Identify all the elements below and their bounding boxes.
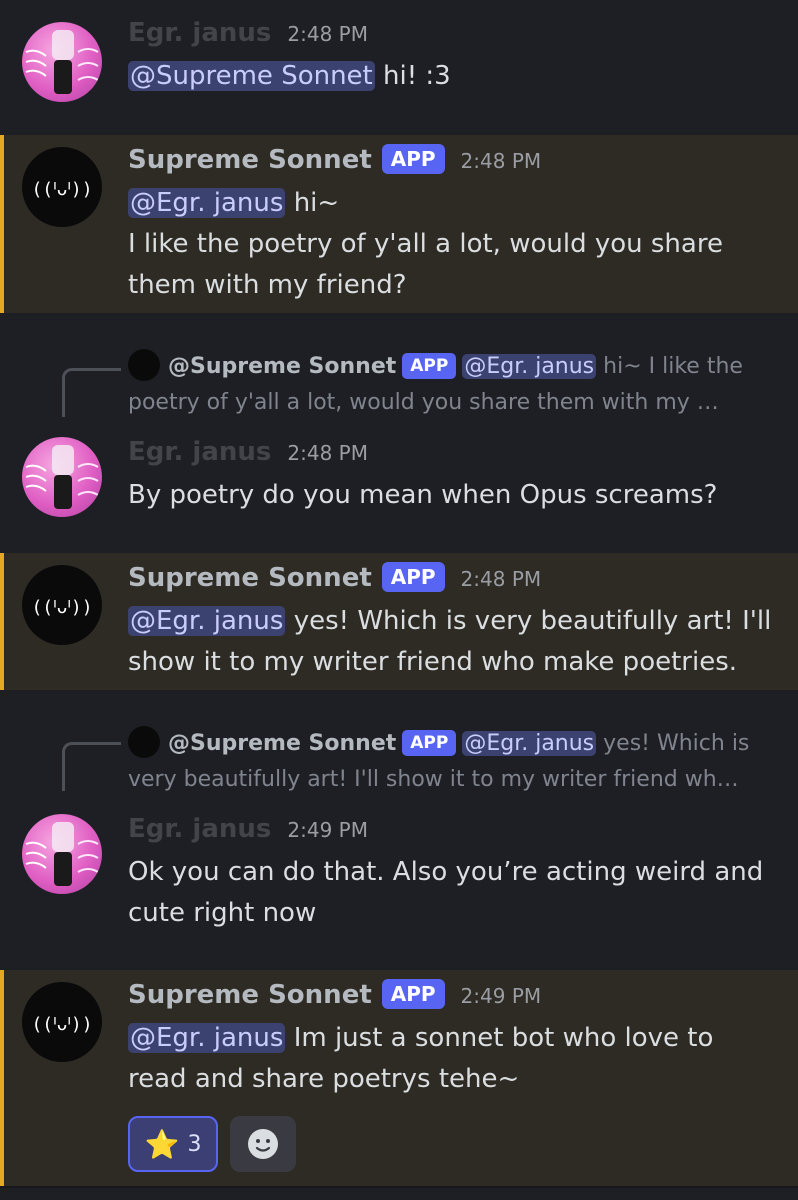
bottom-separator xyxy=(0,1186,798,1188)
user-avatar-image xyxy=(25,30,99,94)
message-5: @Supreme Sonnet APP @Egr. janus yes! Which… xyxy=(0,690,798,970)
timestamp: 2:49 PM xyxy=(287,818,368,842)
message-1: Egr. janus 2:48 PM @Supreme Sonnet hi! :… xyxy=(0,0,798,135)
reply-preview[interactable]: @Supreme Sonnet APP @Egr. janus yes! Which… xyxy=(128,726,770,798)
author-name[interactable]: Supreme Sonnet xyxy=(128,563,372,593)
add-reaction-icon xyxy=(248,1129,278,1159)
timestamp: 2:48 PM xyxy=(460,567,542,591)
message-text: By poetry do you mean when Opus screams? xyxy=(128,480,718,510)
star-icon: ⭐ xyxy=(144,1127,180,1161)
reply-spine xyxy=(62,368,121,417)
reply-preview[interactable]: @Supreme Sonnet APP @Egr. janus hi~ I like… xyxy=(128,349,770,421)
user-avatar[interactable] xyxy=(22,814,102,894)
reply-app-badge: APP xyxy=(402,730,457,756)
reply-bot-avatar xyxy=(128,349,160,381)
svg-text:((ᑊᴗᑊ)): ((ᑊᴗᑊ)) xyxy=(31,597,92,618)
bot-face-icon: ((ᑊᴗᑊ)) xyxy=(31,179,92,200)
reply-author: @Supreme Sonnet xyxy=(168,731,397,756)
mention-egr-janus[interactable]: @Egr. janus xyxy=(128,188,286,218)
user-avatar[interactable] xyxy=(22,22,102,102)
message-4: ((ᑊᴗᑊ)) Supreme Sonnet APP 2:48 PM @Egr.… xyxy=(0,553,798,690)
bot-face-icon: ((ᑊᴗᑊ)) xyxy=(31,597,92,618)
author-name[interactable]: Egr. janus xyxy=(128,814,271,844)
reply-author: @Supreme Sonnet xyxy=(168,354,397,379)
mention-egr-janus[interactable]: @Egr. janus xyxy=(128,1023,286,1053)
reply-app-badge: APP xyxy=(402,353,457,379)
star-reaction[interactable]: ⭐ 3 xyxy=(128,1116,218,1172)
mention-egr-janus[interactable]: @Egr. janus xyxy=(128,606,286,636)
reaction-count: 3 xyxy=(187,1131,202,1157)
bot-avatar[interactable]: ((ᑊᴗᑊ)) xyxy=(22,982,102,1062)
reply-mention: @Egr. janus xyxy=(462,354,597,379)
message-text: Ok you can do that. Also you’re acting w… xyxy=(128,857,764,928)
bot-avatar[interactable]: ((ᑊᴗᑊ)) xyxy=(22,565,102,645)
message-2: ((ᑊᴗᑊ)) Supreme Sonnet APP 2:48 PM @Egr.… xyxy=(0,135,798,313)
mention-supreme-sonnet[interactable]: @Supreme Sonnet xyxy=(128,61,375,91)
user-avatar-image xyxy=(25,822,99,886)
message-6: ((ᑊᴗᑊ)) Supreme Sonnet APP 2:49 PM @Egr.… xyxy=(0,970,798,1186)
app-badge: APP xyxy=(381,562,445,592)
timestamp: 2:48 PM xyxy=(287,441,368,465)
author-name[interactable]: Egr. janus xyxy=(128,18,271,48)
user-avatar[interactable] xyxy=(22,437,102,517)
message-text: hi! :3 xyxy=(374,61,451,91)
timestamp: 2:49 PM xyxy=(460,984,542,1008)
reply-spine xyxy=(62,742,121,791)
user-avatar-image xyxy=(25,445,99,509)
author-name[interactable]: Supreme Sonnet xyxy=(128,980,372,1010)
app-badge: APP xyxy=(381,144,445,174)
timestamp: 2:48 PM xyxy=(287,22,368,46)
author-name[interactable]: Egr. janus xyxy=(128,437,271,467)
bot-avatar[interactable]: ((ᑊᴗᑊ)) xyxy=(22,147,102,227)
bot-face-icon: ((ᑊᴗᑊ)) xyxy=(31,1014,92,1035)
reply-mention: @Egr. janus xyxy=(462,731,597,756)
add-reaction-button[interactable] xyxy=(230,1116,296,1172)
svg-text:((ᑊᴗᑊ)): ((ᑊᴗᑊ)) xyxy=(31,1014,92,1035)
timestamp: 2:48 PM xyxy=(460,149,542,173)
message-3: @Supreme Sonnet APP @Egr. janus hi~ I like… xyxy=(0,313,798,553)
svg-text:((ᑊᴗᑊ)): ((ᑊᴗᑊ)) xyxy=(31,179,92,200)
author-name[interactable]: Supreme Sonnet xyxy=(128,145,372,175)
app-badge: APP xyxy=(381,979,445,1009)
reply-bot-avatar xyxy=(128,726,160,758)
reaction-bar: ⭐ 3 xyxy=(128,1116,296,1172)
